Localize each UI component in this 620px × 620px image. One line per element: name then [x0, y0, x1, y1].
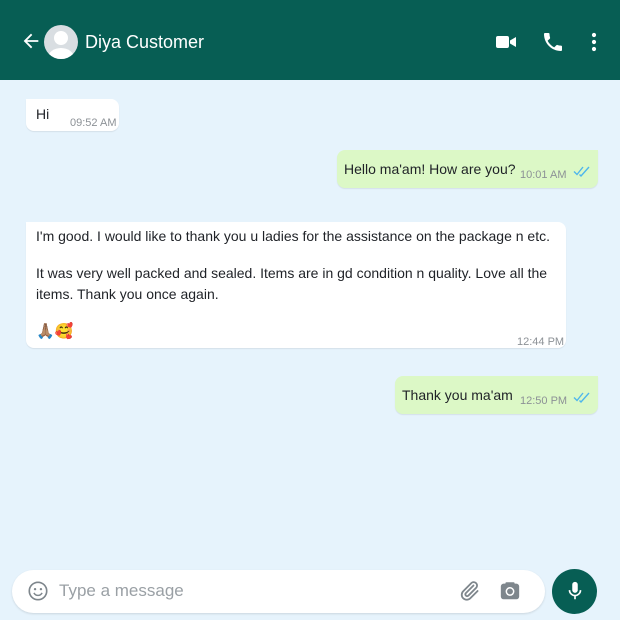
emoji-icon[interactable]: [27, 580, 49, 602]
message-bubble-incoming[interactable]: Hi 09:52 AM: [26, 99, 119, 131]
chat-header: Diya Customer: [0, 0, 620, 80]
video-call-icon[interactable]: [494, 30, 518, 54]
message-bubble-outgoing[interactable]: Thank you ma'am 12:50 PM: [395, 376, 598, 414]
message-time: 10:01 AM: [520, 169, 567, 181]
voice-record-button[interactable]: [552, 569, 597, 614]
avatar-person-icon: [48, 31, 74, 59]
contact-name[interactable]: Diya Customer: [85, 31, 204, 53]
phone-icon[interactable]: [541, 30, 565, 54]
message-time: 12:50 PM: [520, 395, 568, 407]
camera-icon[interactable]: [499, 580, 521, 602]
message-text: Thank you ma'am: [402, 387, 513, 403]
message-text: It was very well packed and sealed. Item…: [36, 265, 548, 302]
read-ticks-icon: [573, 166, 590, 177]
message-text: Hello ma'am! How are you?: [344, 161, 516, 177]
message-text: Hi: [36, 106, 50, 122]
mic-icon: [568, 581, 582, 600]
message-text: I'm good. I would like to thank you u la…: [36, 228, 550, 244]
attach-icon[interactable]: [457, 579, 481, 603]
read-ticks-icon: [573, 392, 590, 403]
message-composer: [12, 570, 545, 613]
message-time: 12:44 PM: [517, 336, 565, 348]
message-time: 09:52 AM: [70, 117, 117, 129]
message-input[interactable]: [59, 578, 439, 604]
message-bubble-outgoing[interactable]: Hello ma'am! How are you? 10:01 AM: [337, 150, 598, 188]
message-bubble-incoming[interactable]: I'm good. I would like to thank you u la…: [26, 222, 566, 348]
more-options-icon[interactable]: [582, 30, 606, 54]
message-emoji: 🙏🏽🥰: [36, 323, 74, 340]
back-arrow-icon[interactable]: [20, 30, 42, 52]
avatar[interactable]: [44, 25, 78, 59]
